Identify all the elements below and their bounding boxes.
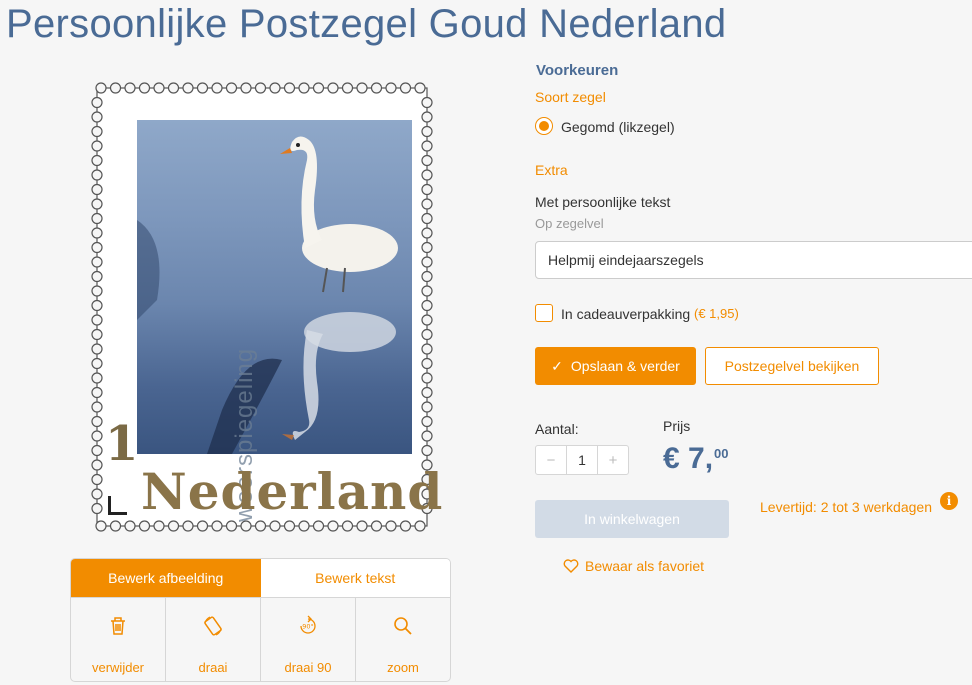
save-favorite-link[interactable]: Bewaar als favoriet [563, 558, 704, 574]
save-continue-label: Opslaan & verder [570, 358, 680, 374]
edit-panel: Bewerk afbeelding Bewerk tekst verwijder… [70, 558, 451, 682]
stamp-type-option-label[interactable]: Gegomd (likzegel) [561, 119, 675, 135]
rotate-90-tool-label: draai 90 [284, 660, 332, 675]
personal-text-sublabel: Op zegelvel [535, 216, 604, 231]
remove-tool-button[interactable]: verwijder [71, 598, 166, 681]
save-continue-button[interactable]: ✓ Opslaan & verder [535, 347, 696, 385]
price-cents: 00 [714, 446, 729, 461]
stamp-country: Nederland [141, 462, 444, 521]
heart-icon [563, 559, 579, 573]
delivery-time: Levertijd: 2 tot 3 werkdagen [760, 499, 932, 515]
rotate-tool-button[interactable]: draai [166, 598, 261, 681]
personal-text-input[interactable]: Helpmij eindejaarszegels [535, 241, 972, 279]
save-favorite-label: Bewaar als favoriet [585, 558, 705, 574]
info-icon[interactable]: i [940, 492, 958, 510]
price-label: Prijs [663, 418, 691, 434]
quantity-stepper: − 1 + [535, 445, 629, 475]
svg-text:90°: 90° [302, 623, 314, 631]
tab-edit-text[interactable]: Bewerk tekst [260, 559, 450, 597]
add-to-cart-button[interactable]: In winkelwagen [535, 500, 729, 538]
price-main: € 7, [663, 442, 714, 475]
quantity-decrease-button[interactable]: − [536, 446, 566, 474]
rotate-icon [202, 614, 224, 638]
rotate-90-icon: 90° [297, 614, 319, 638]
rotate-tool-label: draai [198, 660, 228, 675]
quantity-input[interactable]: 1 [566, 446, 598, 474]
quantity-label: Aantal: [535, 421, 579, 437]
stamp-photo[interactable] [137, 120, 412, 454]
extra-label: Extra [535, 162, 568, 178]
zoom-tool-button[interactable]: zoom [356, 598, 450, 681]
quantity-increase-button[interactable]: + [598, 446, 628, 474]
stamp-denomination: 1 [105, 416, 139, 472]
page-title: Persoonlijke Postzegel Goud Nederland [6, 2, 727, 46]
stamp-denomination-mark [108, 496, 127, 515]
price-value: € 7,00 [663, 442, 729, 476]
gift-wrap-price: (€ 1,95) [694, 306, 739, 321]
stamp-type-radio[interactable] [535, 117, 553, 135]
check-icon: ✓ [551, 357, 563, 374]
stamp-preview: weerspiegeling 1 Nederland [91, 82, 442, 532]
zoom-tool-label: zoom [387, 660, 419, 675]
tab-edit-image[interactable]: Bewerk afbeelding [71, 559, 261, 597]
trash-icon [109, 614, 127, 638]
edit-tabs: Bewerk afbeelding Bewerk tekst [71, 559, 450, 598]
rotate-90-tool-button[interactable]: 90° draai 90 [261, 598, 356, 681]
personal-text-label: Met persoonlijke tekst [535, 194, 671, 210]
preferences-heading: Voorkeuren [536, 62, 619, 79]
view-sheet-button[interactable]: Postzegelvel bekijken [705, 347, 879, 385]
gift-wrap-label[interactable]: In cadeauverpakking [561, 306, 690, 322]
edit-tools: verwijder draai 90° draai 90 zoom [71, 598, 450, 681]
gift-wrap-checkbox[interactable] [535, 304, 553, 322]
remove-tool-label: verwijder [91, 660, 144, 675]
stamp-type-label: Soort zegel [535, 89, 606, 105]
zoom-icon [393, 614, 413, 638]
